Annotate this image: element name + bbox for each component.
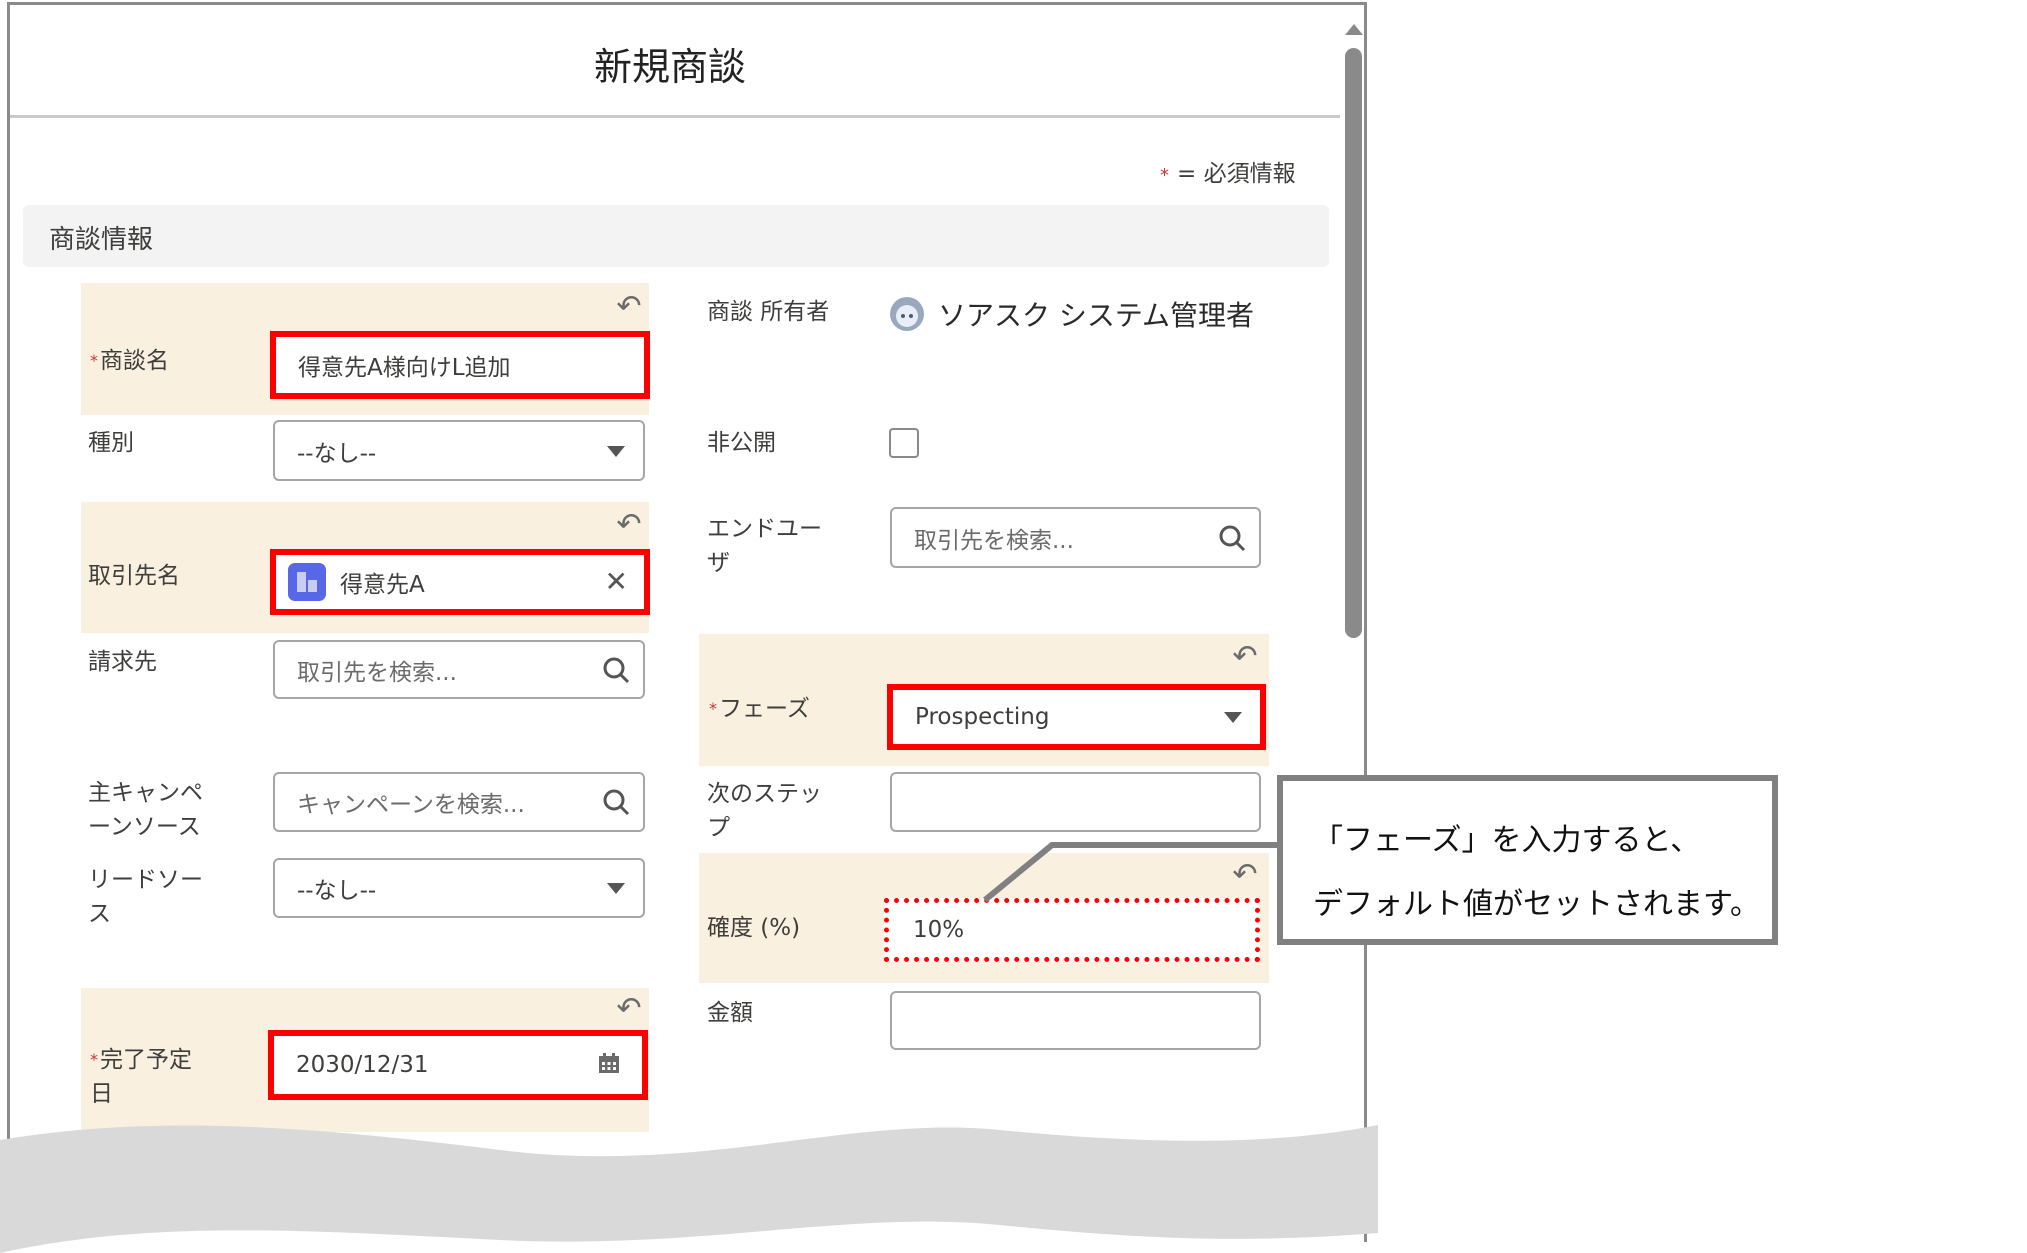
callout-line-2: デフォルト値がセットされます。 [1313,887,1760,922]
callout-leader-line [983,842,1280,903]
annotation-callout: 「フェーズ」を入力すると、 デフォルト値がセットされます。 [1277,775,1778,945]
callout-line-1: 「フェーズ」を入力すると、 [1313,823,1701,858]
torn-edge-decoration [0,1125,1378,1253]
